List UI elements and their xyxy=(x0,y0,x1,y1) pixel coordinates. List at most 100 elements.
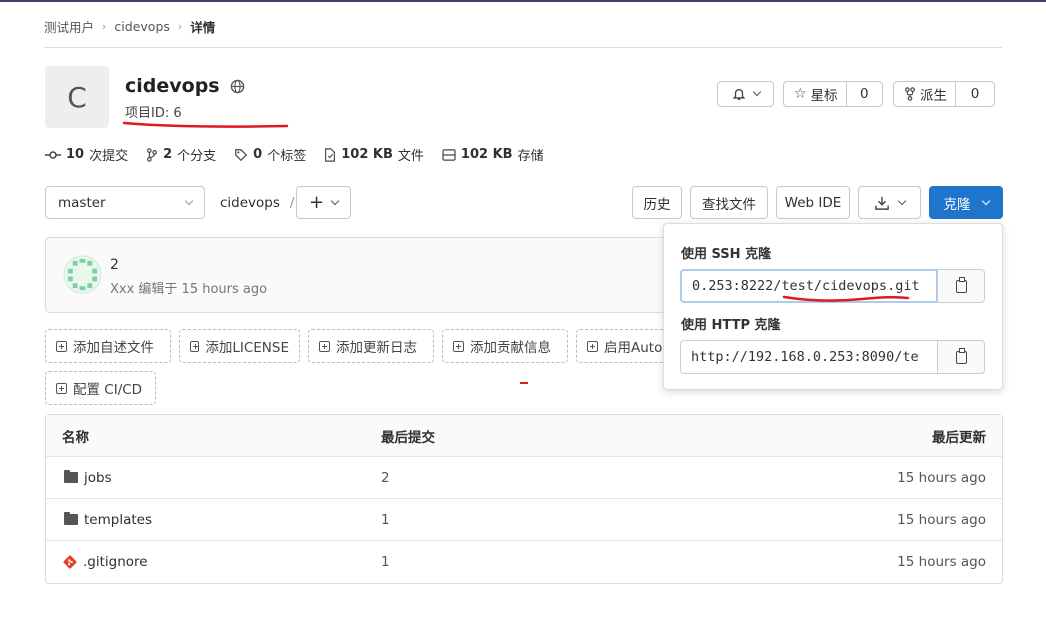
star-button[interactable]: ☆ 星标 0 xyxy=(783,81,883,107)
project-avatar: C xyxy=(45,66,109,128)
add-license-button[interactable]: 添加LICENSE xyxy=(179,329,300,363)
copy-http-button[interactable] xyxy=(937,340,985,374)
plus-square-icon xyxy=(453,340,464,352)
chevron-down-icon xyxy=(330,196,340,205)
file-name-cell[interactable]: .gitignore xyxy=(63,554,148,570)
files-label: 文件 xyxy=(397,149,424,164)
chevron-down-icon xyxy=(897,196,906,205)
clone-dropdown-button[interactable]: 克隆 xyxy=(929,186,1003,219)
setup-cicd-label: 配置 CI/CD xyxy=(73,382,143,398)
add-changelog-button[interactable]: 添加更新日志 xyxy=(308,329,434,363)
enable-auto-devops-button[interactable]: 启用Auto xyxy=(576,329,676,363)
plus-square-icon xyxy=(319,340,330,352)
last-update-cell: 15 hours ago xyxy=(897,554,986,570)
commit-author-avatar xyxy=(63,255,102,294)
ssh-clone-label: 使用 SSH 克隆 xyxy=(681,247,772,262)
setup-cicd-button[interactable]: 配置 CI/CD xyxy=(45,371,156,405)
files-stat[interactable]: 102 KB 文件 xyxy=(324,145,424,164)
file-name[interactable]: templates xyxy=(84,512,152,528)
file-name[interactable]: .gitignore xyxy=(83,554,148,570)
last-update-cell: 15 hours ago xyxy=(897,469,986,486)
table-header: 名称 最后提交 最后更新 xyxy=(46,415,1002,457)
storage-stat: 102 KB 存储 xyxy=(442,145,544,164)
table-row[interactable]: .gitignore 1 15 hours ago xyxy=(46,541,1002,583)
file-icon xyxy=(325,147,336,162)
tag-icon xyxy=(235,148,248,161)
path-breadcrumb: cidevops / xyxy=(220,195,294,211)
fork-button[interactable]: 派生 0 xyxy=(893,81,995,107)
add-license-label: 添加LICENSE xyxy=(205,340,289,356)
star-count[interactable]: 0 xyxy=(847,86,882,102)
plus-square-icon xyxy=(56,340,67,352)
add-readme-button[interactable]: 添加自述文件 xyxy=(45,329,171,363)
project-title: cidevops xyxy=(125,75,245,97)
storage-size: 102 KB xyxy=(460,147,513,162)
add-contributing-button[interactable]: 添加贡献信息 xyxy=(442,329,568,363)
chevron-down-icon xyxy=(752,87,761,97)
copy-ssh-button[interactable] xyxy=(937,269,985,303)
project-name: cidevops xyxy=(125,75,220,97)
git-file-icon xyxy=(63,555,77,569)
fork-label: 派生 xyxy=(920,88,947,104)
chevron-down-icon xyxy=(981,196,990,205)
add-dropdown[interactable]: + xyxy=(296,186,351,219)
col-name: 名称 xyxy=(62,429,89,446)
clone-popup: 使用 SSH 克隆 0.253:8222/test/cidevops.git 使… xyxy=(663,223,1003,390)
fork-count[interactable]: 0 xyxy=(956,86,994,102)
file-name-cell[interactable]: jobs xyxy=(64,470,112,486)
fork-label-group[interactable]: 派生 xyxy=(894,82,956,106)
table-row[interactable]: templates 1 15 hours ago xyxy=(46,499,1002,541)
project-stats: 10 次提交 2 个分支 0 个标签 102 KB 文件 102 KB 存储 xyxy=(45,145,544,164)
breadcrumb: 测试用户 › cidevops › 详情 xyxy=(44,17,215,36)
annotation-underline xyxy=(782,295,910,302)
file-name[interactable]: jobs xyxy=(84,470,112,486)
tags-label: 个标签 xyxy=(267,149,307,164)
find-file-button[interactable]: 查找文件 xyxy=(690,186,768,219)
top-border xyxy=(0,0,1046,2)
last-commit-cell[interactable]: 1 xyxy=(381,554,390,570)
commit-message[interactable]: 2 xyxy=(110,257,119,273)
fork-icon xyxy=(905,87,915,101)
file-name-cell[interactable]: templates xyxy=(64,512,152,528)
globe-icon xyxy=(230,79,244,93)
table-row[interactable]: jobs 2 15 hours ago xyxy=(46,457,1002,499)
divider xyxy=(44,47,1002,48)
storage-icon xyxy=(442,148,456,161)
enable-auto-devops-label: 启用Auto xyxy=(604,340,663,356)
download-icon xyxy=(874,196,889,210)
chevron-right-icon: › xyxy=(177,20,183,33)
http-clone-label: 使用 HTTP 克隆 xyxy=(681,318,781,333)
tags-count: 0 xyxy=(253,147,263,162)
commits-stat[interactable]: 10 次提交 xyxy=(45,145,128,164)
branches-stat[interactable]: 2 个分支 xyxy=(146,145,216,164)
folder-icon xyxy=(64,512,78,525)
chevron-right-icon: › xyxy=(102,20,107,33)
http-url-field[interactable]: http://192.168.0.253:8090/te xyxy=(680,340,938,374)
annotation-mark xyxy=(520,382,528,384)
plus-icon: + xyxy=(308,192,325,213)
branches-count: 2 xyxy=(163,147,173,162)
col-last-update: 最后更新 xyxy=(932,429,986,446)
clipboard-icon xyxy=(955,276,967,293)
star-icon: ☆ xyxy=(794,86,807,102)
branch-icon xyxy=(147,147,158,162)
branch-select[interactable]: master xyxy=(45,186,205,219)
storage-label: 存储 xyxy=(517,149,544,164)
tags-stat[interactable]: 0 个标签 xyxy=(234,145,306,164)
plus-square-icon xyxy=(587,340,598,352)
add-readme-label: 添加自述文件 xyxy=(73,340,154,356)
breadcrumb-project[interactable]: cidevops xyxy=(114,19,169,34)
last-commit-panel: 2 Xxx 编辑于 15 hours ago xyxy=(45,237,685,313)
path-root[interactable]: cidevops xyxy=(220,195,280,211)
path-separator: / xyxy=(289,195,295,211)
history-button[interactable]: 历史 xyxy=(632,186,682,219)
download-dropdown[interactable] xyxy=(858,186,921,219)
breadcrumb-user[interactable]: 测试用户 xyxy=(44,17,94,36)
last-commit-cell[interactable]: 1 xyxy=(381,512,390,528)
web-ide-button[interactable]: Web IDE xyxy=(776,186,850,219)
branches-label: 个分支 xyxy=(177,149,217,164)
add-contributing-label: 添加贡献信息 xyxy=(470,340,551,356)
last-commit-cell[interactable]: 2 xyxy=(381,470,390,486)
notification-dropdown[interactable] xyxy=(717,81,774,107)
star-label-group[interactable]: ☆ 星标 xyxy=(784,82,847,106)
